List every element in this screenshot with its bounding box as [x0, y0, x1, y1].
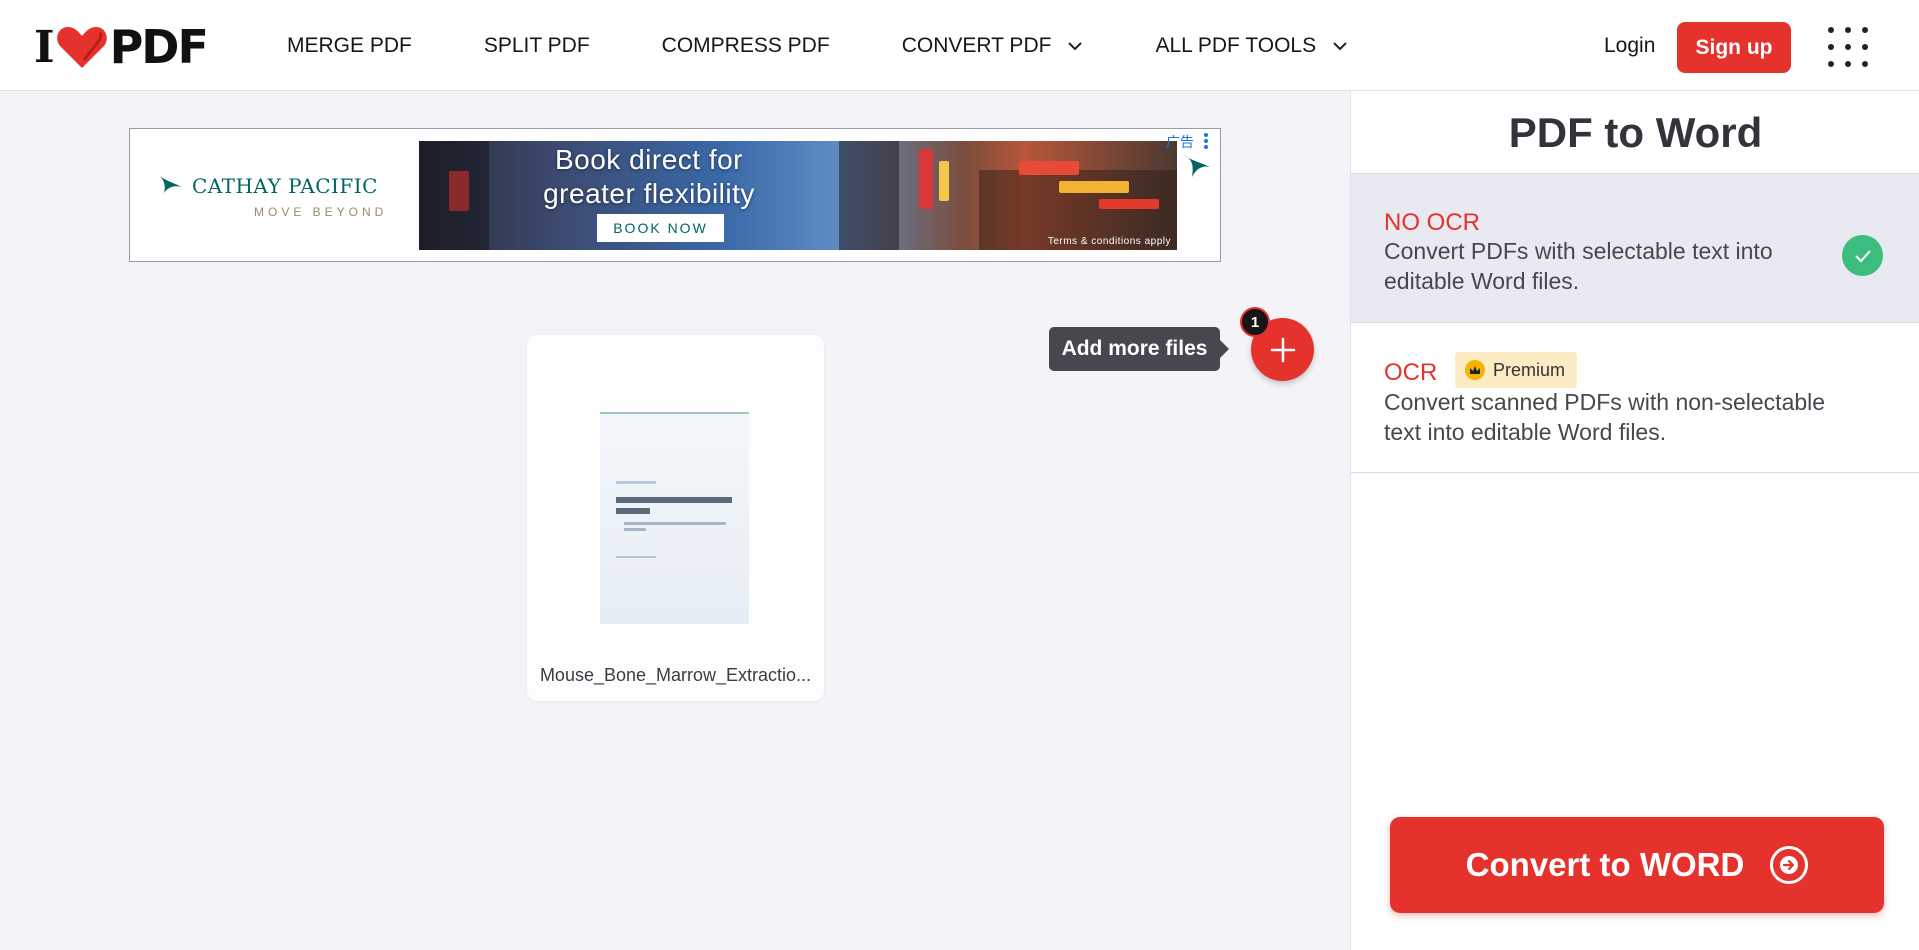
nav-label: COMPRESS PDF [661, 33, 830, 57]
top-header: I PDF MERGE PDF SPLIT PDF COMPRESS PDF C… [0, 0, 1919, 91]
plus-icon [1270, 337, 1295, 362]
option-description: Convert scanned PDFs with non-selectable… [1384, 389, 1826, 445]
ilovepdf-logo[interactable]: I PDF [34, 20, 209, 74]
ad-options-icon[interactable] [1204, 133, 1208, 149]
ad-banner[interactable]: CATHAY PACIFIC MOVE BEYOND Book direct f… [129, 128, 1221, 262]
convert-label: Convert to WORD [1465, 846, 1745, 883]
heart-icon [56, 27, 107, 68]
sidebar-title: PDF to Word [1508, 109, 1763, 156]
ad-brand-tagline: MOVE BEYOND [254, 205, 388, 219]
add-more-files-tooltip: Add more files [1049, 327, 1229, 371]
pdf-thumbnail [600, 412, 749, 624]
signup-button[interactable]: Sign up [1677, 22, 1791, 73]
nav-label: MERGE PDF [287, 33, 412, 57]
divider [1351, 472, 1919, 473]
nav-label: ALL PDF TOOLS [1155, 33, 1317, 57]
option-no-ocr[interactable]: NO OCR Convert PDFs with selectable text… [1351, 173, 1919, 322]
crown-icon [1465, 360, 1485, 380]
convert-to-word-button[interactable]: Convert to WORD [1390, 817, 1884, 913]
brushwing-logo-icon [1184, 155, 1210, 177]
premium-label: Premium [1493, 359, 1566, 380]
grid-icon[interactable] [1828, 27, 1868, 67]
nav-label: SPLIT PDF [483, 33, 590, 57]
login-link[interactable]: Login [1604, 34, 1655, 58]
file-name: Mouse_Bone_Marrow_Extractio... [539, 665, 812, 685]
ad-brand: CATHAY PACIFIC MOVE BEYOND [156, 171, 387, 219]
chevron-down-icon [1333, 41, 1347, 50]
arrow-right-circle-icon [1770, 846, 1809, 884]
ad-terms: Terms & conditions apply [1047, 236, 1171, 247]
nav-merge-pdf[interactable]: MERGE PDF [287, 34, 412, 58]
nav-all-pdf-tools[interactable]: ALL PDF TOOLS [1155, 34, 1348, 58]
options-sidebar: PDF to Word NO OCR Convert PDFs with sel… [1350, 91, 1919, 950]
logo-letter-i: I [34, 21, 55, 73]
nav-compress-pdf[interactable]: COMPRESS PDF [662, 34, 830, 58]
check-icon [1842, 235, 1883, 276]
ad-label[interactable]: 广告 [1166, 132, 1194, 152]
option-title: NO OCR [1384, 209, 1480, 236]
option-title: OCR [1384, 359, 1438, 386]
option-ocr[interactable]: OCR Premium Convert scanned PDFs with no… [1351, 322, 1919, 473]
nav-convert-pdf[interactable]: CONVERT PDF [902, 34, 1084, 58]
nav-split-pdf[interactable]: SPLIT PDF [484, 34, 590, 58]
logo-text-pdf: PDF [109, 20, 209, 74]
main-nav: MERGE PDF SPLIT PDF COMPRESS PDF CONVERT… [287, 0, 1420, 91]
ad-image[interactable]: Book direct for greater flexibility BOOK… [419, 141, 1177, 250]
nav-label: CONVERT PDF [901, 33, 1052, 57]
ad-brand-name: CATHAY PACIFIC [192, 174, 378, 198]
premium-badge: Premium [1455, 352, 1578, 388]
file-card[interactable]: Mouse_Bone_Marrow_Extractio... [527, 335, 824, 701]
file-count-badge: 1 [1240, 307, 1270, 337]
chevron-down-icon [1068, 41, 1083, 50]
book-now-button[interactable]: BOOK NOW [597, 214, 724, 242]
option-description: Convert PDFs with selectable text into e… [1384, 238, 1773, 294]
ad-headline: Book direct for greater flexibility [543, 144, 755, 209]
brushwing-logo-icon [158, 175, 182, 193]
